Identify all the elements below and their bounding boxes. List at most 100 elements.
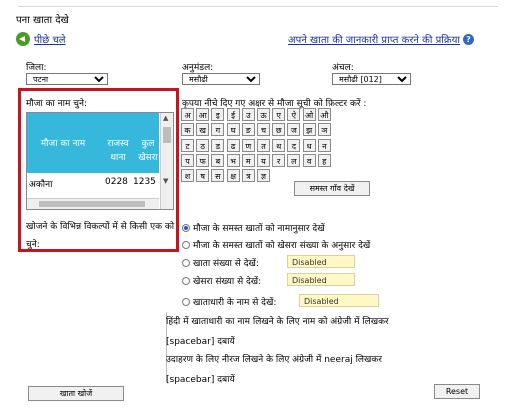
option-by-khesra-order[interactable]: मौजा के समस्त खातों को खेसरा संख्या के अ… [182, 238, 370, 251]
letter-key[interactable]: य [257, 153, 270, 167]
letter-key[interactable]: त्र [241, 169, 255, 183]
help-text-line-3: उदाहरण के लिए नीरज लिखने के लिए अंग्रेजी… [166, 355, 382, 365]
letter-key[interactable]: ट [181, 138, 194, 152]
letter-key[interactable]: उ [241, 108, 255, 121]
khata-number-input[interactable]: Disabled [287, 255, 355, 268]
letter-key[interactable]: ण [241, 138, 255, 152]
column-total-khesra: कुल खेसरा [138, 139, 158, 163]
letter-key[interactable]: औ [317, 108, 331, 121]
options-label: खोजने के विभिन्न विकल्पों में से किसी एक… [26, 222, 175, 250]
subdivision-label: अनुमंडल: [182, 63, 214, 73]
back-arrow-icon [16, 32, 30, 46]
letter-key[interactable]: घ [226, 123, 240, 137]
radio-by-khata-number[interactable] [182, 258, 190, 267]
letter-key[interactable]: स [211, 169, 225, 183]
letter-key[interactable]: झ [302, 123, 316, 137]
subdivision-select[interactable]: मसौढी [182, 73, 260, 85]
letter-key[interactable]: ङ [241, 123, 255, 137]
horizontal-scroll-thumb[interactable] [39, 201, 145, 207]
letter-key[interactable]: भ [226, 153, 240, 167]
village-select-label: मौजा का नाम चुने: [26, 99, 87, 109]
letter-key[interactable]: न [317, 138, 331, 152]
letter-key[interactable]: ल [287, 153, 301, 167]
radio-by-khesra-number[interactable] [182, 276, 190, 285]
khesra-number-input[interactable]: Disabled [287, 273, 355, 286]
village-list[interactable]: मौजा का नाम राजस्व थाना कुल खेसरा अकौना … [26, 112, 174, 210]
top-divider [18, 6, 498, 7]
letter-key[interactable]: ब [211, 153, 225, 167]
letter-key[interactable]: व [302, 153, 316, 167]
letter-key[interactable]: च [257, 123, 270, 137]
letter-key[interactable]: ठ [196, 138, 210, 152]
letter-key[interactable]: ढ [226, 138, 240, 152]
village-thana: 0228 [105, 177, 128, 187]
vertical-scrollbar[interactable]: ▲ ▼ [160, 113, 173, 209]
letter-key[interactable]: इ [211, 108, 225, 121]
letter-key[interactable]: ड [211, 138, 225, 152]
letter-key[interactable]: ष [196, 169, 210, 183]
help-icon[interactable]: ? [462, 33, 474, 45]
help-text-line-1: हिंदी में खाताधारी का नाम लिखने के लिए न… [166, 317, 389, 327]
letter-key[interactable]: ए [272, 108, 286, 121]
letter-key[interactable]: ओ [302, 108, 316, 121]
letter-key[interactable]: ह [317, 153, 331, 167]
option-by-khata-number[interactable]: खाता संख्या से देखें: [182, 256, 259, 269]
letter-key[interactable]: प [181, 153, 194, 167]
help-link[interactable]: अपने खाता की जानकारी प्राप्त करने की प्र… [288, 32, 474, 46]
back-link-label[interactable]: पीछे चले [34, 32, 66, 46]
page-title: पना खाता देखे [16, 15, 69, 26]
radio-by-name[interactable] [182, 223, 190, 232]
letter-key[interactable]: श [181, 169, 194, 183]
district-label: जिला: [26, 63, 47, 73]
circle-label: अंचल: [332, 63, 354, 73]
option-by-name[interactable]: मौजा के समस्त खातों को नामानुसार देखें [182, 221, 325, 234]
letter-key[interactable]: फ [196, 153, 210, 167]
letter-key[interactable]: ज [287, 123, 301, 137]
owner-name-input[interactable]: Disabled [299, 294, 379, 307]
option-by-khata-number-label: खाता संख्या से देखें: [193, 259, 259, 269]
letter-key[interactable]: ई [226, 108, 240, 121]
horizontal-scrollbar[interactable] [27, 198, 159, 209]
letter-key[interactable]: क [181, 123, 194, 137]
village-khesra: 1235 [133, 177, 156, 187]
letter-key[interactable]: ग [211, 123, 225, 137]
letter-key[interactable]: आ [196, 108, 210, 121]
scroll-down-icon[interactable]: ▼ [163, 177, 168, 185]
letter-key[interactable]: अ [181, 108, 194, 121]
help-text-line-2: [spacebar] दबायें [166, 337, 235, 347]
letter-key[interactable]: ऐ [287, 108, 301, 121]
radio-by-khesra-order[interactable] [182, 240, 190, 249]
letter-key[interactable]: छ [272, 123, 286, 137]
scroll-thumb[interactable] [163, 127, 171, 143]
letter-key[interactable]: ख [196, 123, 210, 137]
circle-select[interactable]: मसौढी [012] [332, 73, 411, 85]
letter-key[interactable]: ज्ञ [257, 169, 270, 183]
letter-key[interactable]: म [241, 153, 255, 167]
village-name: अकौना [29, 180, 53, 190]
letter-key[interactable]: त [257, 138, 270, 152]
letter-key[interactable]: थ [272, 138, 286, 152]
option-by-khesra-number[interactable]: खेसरा संख्या से देखें: [182, 274, 261, 287]
back-link[interactable]: पीछे चले [16, 32, 66, 46]
letter-key[interactable]: र [272, 153, 286, 167]
letter-key[interactable]: क्ष [226, 169, 240, 183]
option-by-owner-name-label: खाताधारी के नाम से देखें: [193, 298, 277, 308]
column-village-name: मौजा का नाम [40, 139, 86, 149]
option-by-khesra-number-label: खेसरा संख्या से देखें: [193, 277, 262, 287]
letter-key[interactable]: ऊ [257, 108, 270, 121]
scroll-up-icon[interactable]: ▲ [163, 114, 168, 122]
help-text-line-4: [spacebar] दबायें [166, 375, 235, 385]
column-revenue-thana: राजस्व थाना [107, 139, 129, 163]
help-link-label[interactable]: अपने खाता की जानकारी प्राप्त करने की प्र… [288, 32, 460, 46]
letter-key[interactable]: द [287, 138, 301, 152]
all-villages-button[interactable]: समस्त गाँव देखें [294, 181, 370, 196]
option-by-name-label: मौजा के समस्त खातों को नामानुसार देखें [193, 224, 325, 234]
reset-button[interactable]: Reset [434, 384, 480, 399]
letter-key[interactable]: ध [302, 138, 316, 152]
district-select[interactable]: पटना [26, 73, 108, 85]
option-by-khesra-order-label: मौजा के समस्त खातों को खेसरा संख्या के अ… [193, 241, 371, 251]
search-khata-button[interactable]: खाता खोजें [28, 386, 124, 401]
radio-by-owner-name[interactable] [182, 297, 190, 306]
letter-key[interactable]: ञ [317, 123, 331, 137]
option-by-owner-name[interactable]: खाताधारी के नाम से देखें: [182, 295, 276, 308]
